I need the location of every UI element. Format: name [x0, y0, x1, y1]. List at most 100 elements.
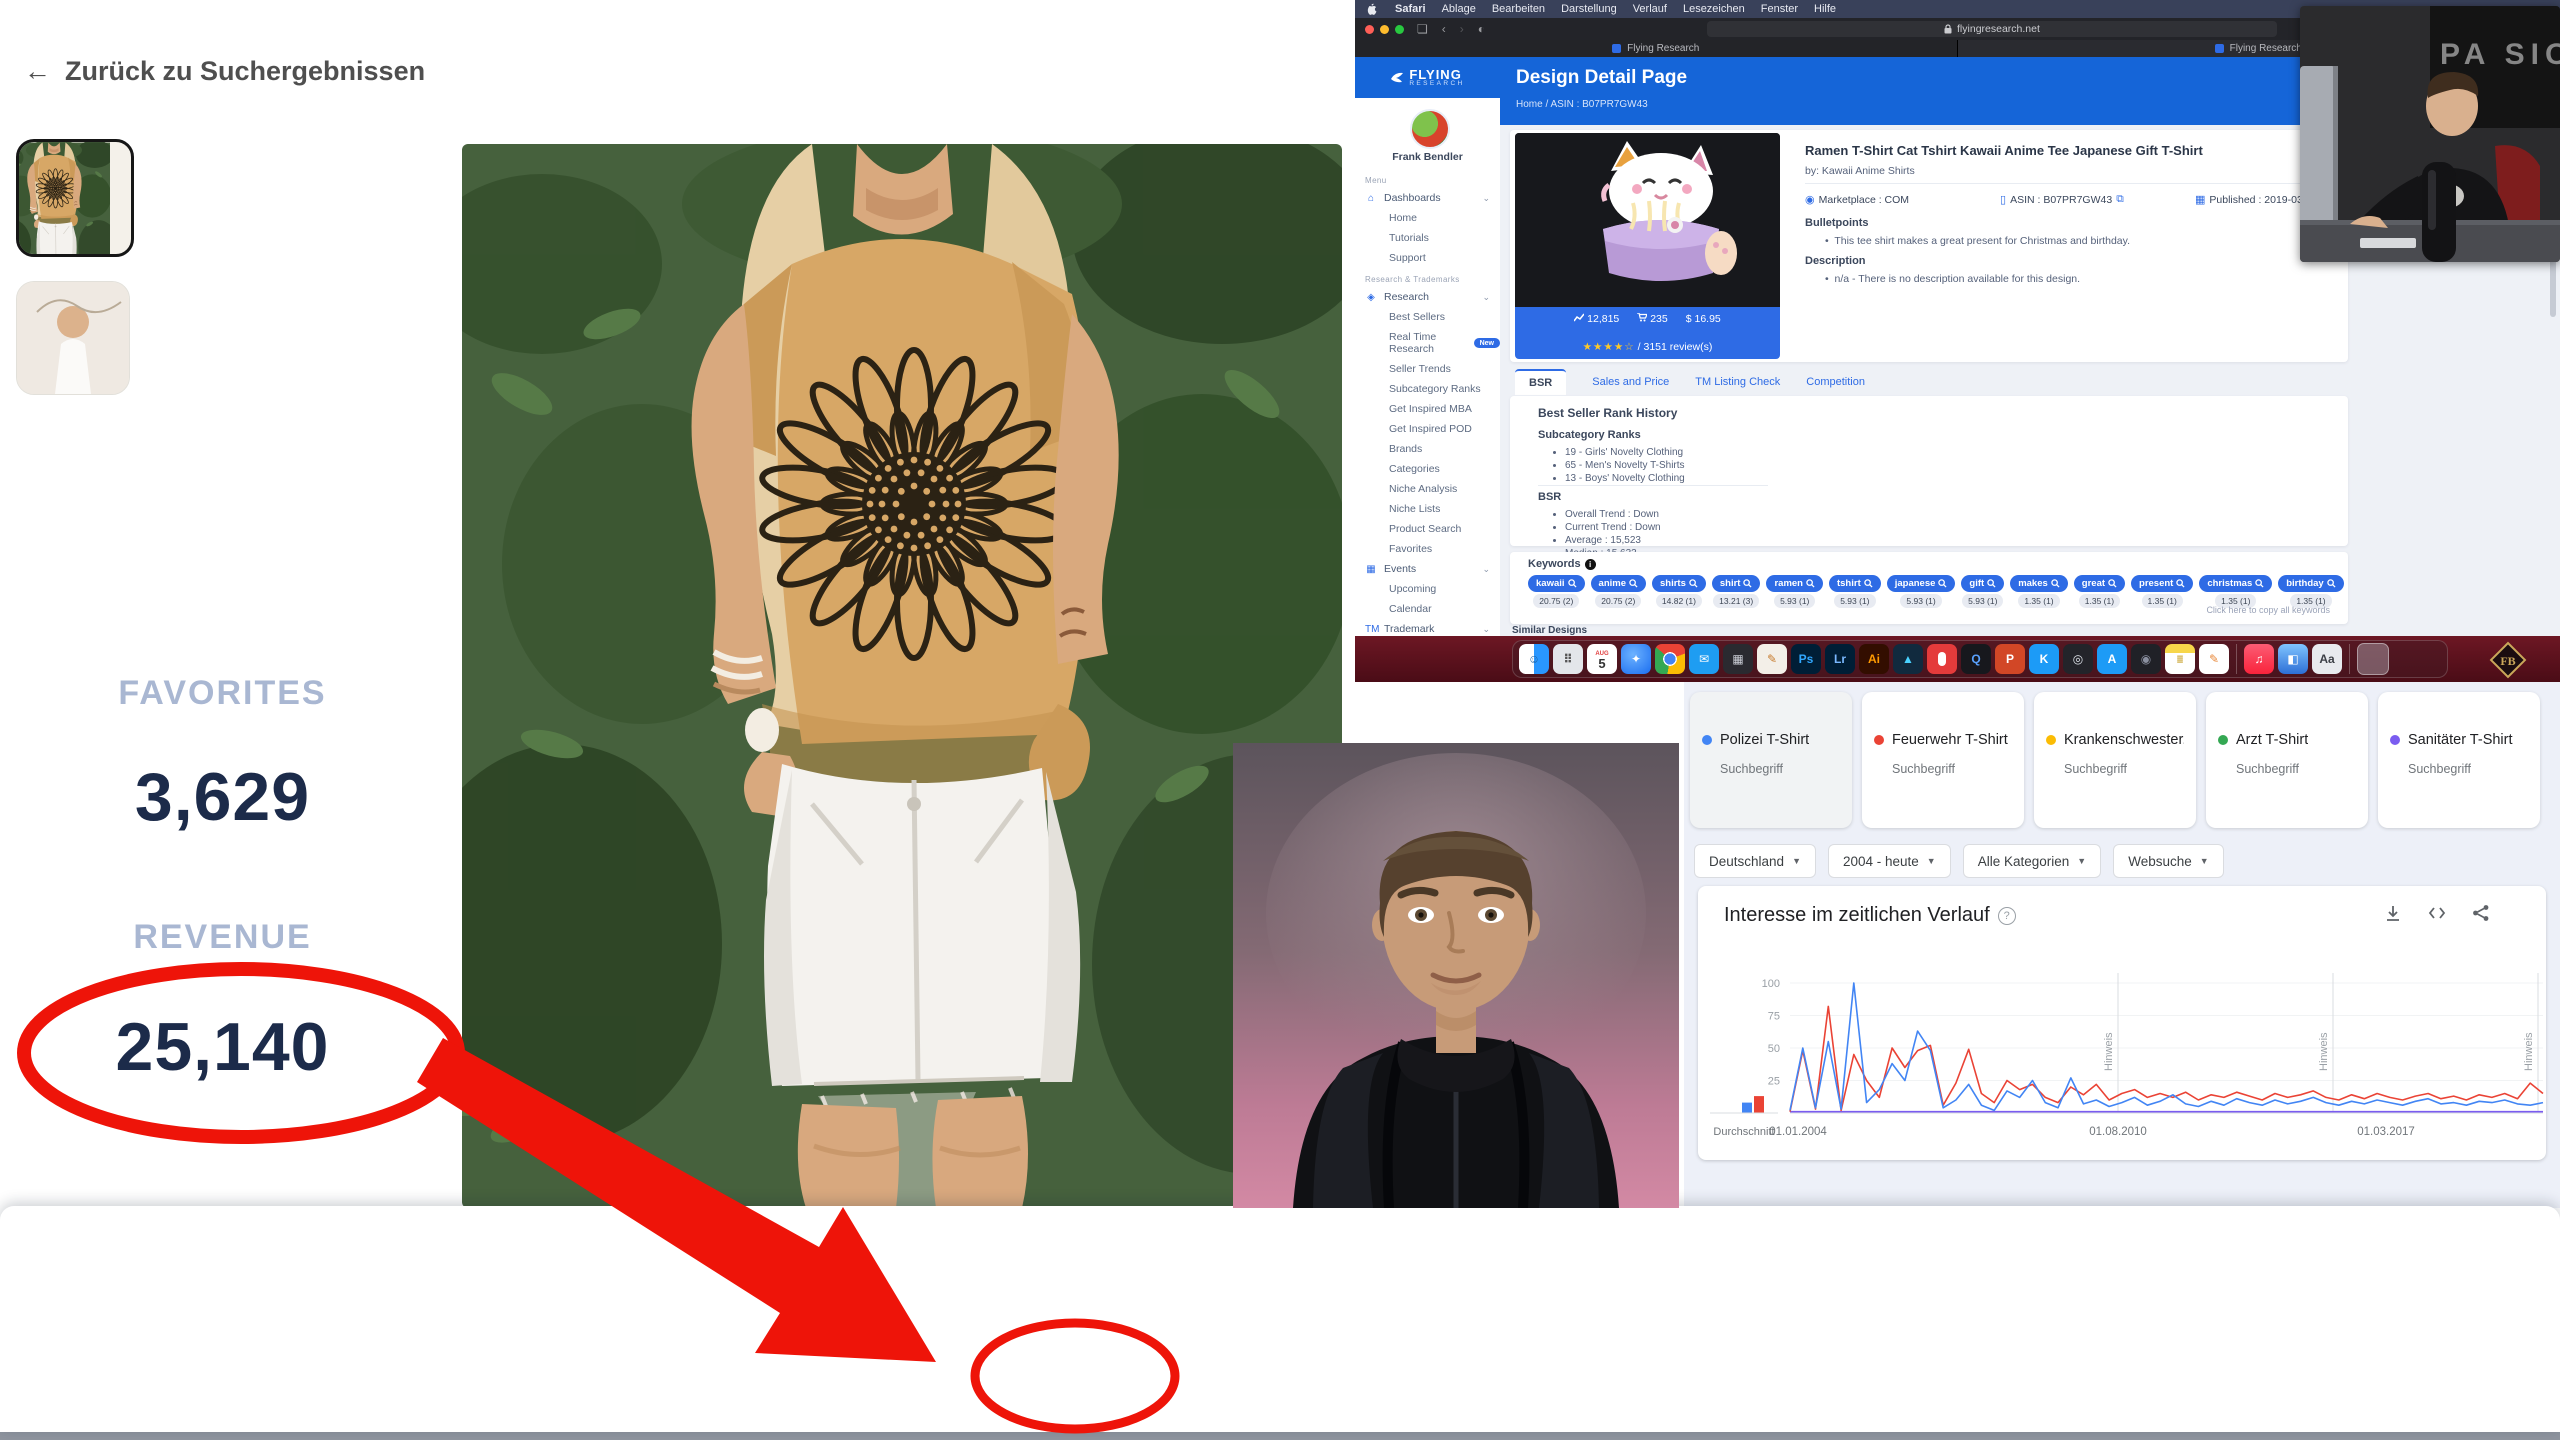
obs-icon[interactable]: ◎	[2063, 644, 2093, 674]
svg-text:25: 25	[1768, 1076, 1780, 1088]
sidebar-item-support[interactable]: Support	[1355, 248, 1500, 268]
sidebar-item-seller-trends[interactable]: Seller Trends	[1355, 359, 1500, 379]
chevron-down-icon: ⌄	[1482, 193, 1490, 204]
keyword-pill-makes[interactable]: makes	[2010, 575, 2068, 592]
sidebar-item-events[interactable]: ▦Events⌄	[1355, 559, 1500, 579]
sidebar-item-get-inspired-pod[interactable]: Get Inspired POD	[1355, 419, 1500, 439]
launchpad-icon[interactable]: ⠿	[1553, 644, 1583, 674]
finder-icon[interactable]: ☺	[1519, 644, 1549, 674]
sidebar-item-best-sellers[interactable]: Best Sellers	[1355, 307, 1500, 327]
sidebar-item-research[interactable]: ◈Research⌄	[1355, 287, 1500, 307]
music-icon[interactable]: ♫	[2244, 644, 2274, 674]
menu-item-safari[interactable]: Safari	[1395, 3, 1426, 15]
keynote-icon[interactable]: K	[2029, 644, 2059, 674]
tab-sales-and-price[interactable]: Sales and Price	[1592, 376, 1669, 388]
sidebar-item-tutorials[interactable]: Tutorials	[1355, 228, 1500, 248]
lightroom-icon[interactable]: Lr	[1825, 644, 1855, 674]
sidebar-item-categories[interactable]: Categories	[1355, 459, 1500, 479]
keyword-pill-present[interactable]: present	[2131, 575, 2193, 592]
menu-item-lesezeichen[interactable]: Lesezeichen	[1683, 3, 1745, 15]
keyword-pill-birthday[interactable]: birthday	[2278, 575, 2343, 592]
compressor-icon[interactable]: ◉	[2131, 644, 2161, 674]
keyword-pill-anime[interactable]: anime	[1591, 575, 1646, 592]
trend-card-2[interactable]: Feuerwehr T-ShirtSuchbegriff	[1862, 692, 2024, 828]
sidebar-item-niche-lists[interactable]: Niche Lists	[1355, 499, 1500, 519]
sidebar-item-real-time-research[interactable]: Real Time ResearchNew	[1355, 327, 1500, 359]
menu-item-ablage[interactable]: Ablage	[1442, 3, 1476, 15]
sidebar-item-product-search[interactable]: Product Search	[1355, 519, 1500, 539]
sidebar-item-get-inspired-mba[interactable]: Get Inspired MBA	[1355, 399, 1500, 419]
keyword-pill-japanese[interactable]: japanese	[1887, 575, 1956, 592]
illustrator-icon[interactable]: Ai	[1859, 644, 1889, 674]
notes-icon[interactable]: ≣	[2165, 644, 2195, 674]
trend-card-5[interactable]: Sanitäter T-ShirtSuchbegriff	[2378, 692, 2540, 828]
keyword-pill-gift[interactable]: gift	[1961, 575, 2004, 592]
minimize-window-button[interactable]	[1380, 25, 1389, 34]
sidebar-item-dashboards[interactable]: ⌂Dashboards⌄	[1355, 188, 1500, 208]
trend-card-1[interactable]: Polizei T-ShirtSuchbegriff	[1690, 692, 1852, 828]
desktop-picture-icon[interactable]: ◧	[2278, 644, 2308, 674]
microphone-icon[interactable]	[1927, 644, 1957, 674]
close-window-button[interactable]	[1365, 25, 1374, 34]
keyword-pill-great[interactable]: great	[2074, 575, 2125, 592]
filter-deutschland[interactable]: Deutschland▼	[1694, 844, 1816, 878]
powerpoint-icon[interactable]: P	[1995, 644, 2025, 674]
filter-websuche[interactable]: Websuche▼	[2113, 844, 2223, 878]
keyword-pill-kawaii[interactable]: kawaii	[1528, 575, 1585, 592]
info-icon[interactable]: i	[1585, 559, 1596, 570]
sidebar-item-niche-analysis[interactable]: Niche Analysis	[1355, 479, 1500, 499]
trend-card-4[interactable]: Arzt T-ShirtSuchbegriff	[2206, 692, 2368, 828]
detail-tabs: BSR Sales and Price TM Listing Check Compet…	[1515, 369, 1865, 395]
chrome-icon[interactable]	[1655, 644, 1685, 674]
menu-item-verlauf[interactable]: Verlauf	[1633, 3, 1667, 15]
sidebar-toggle-icon[interactable]: ❏	[1417, 22, 1428, 36]
privacy-shield-icon[interactable]: ◐	[1478, 22, 1485, 36]
sidebar-item-upcoming[interactable]: Upcoming	[1355, 579, 1500, 599]
safari-icon[interactable]: ✦	[1621, 644, 1651, 674]
keyword-pill-shirts[interactable]: shirts	[1652, 575, 1706, 592]
finalcut-icon[interactable]: ▦	[1723, 644, 1753, 674]
back-to-results-link[interactable]: ←Zurück zu Suchergebnissen	[24, 56, 425, 87]
keyword-pill-ramen[interactable]: ramen	[1766, 575, 1823, 592]
affinity-icon[interactable]: ▲	[1893, 644, 1923, 674]
tab-bsr[interactable]: BSR	[1515, 369, 1566, 395]
fontbook-icon[interactable]: Aa	[2312, 644, 2342, 674]
copy-asin-icon[interactable]: ⧉	[2116, 193, 2124, 206]
zoom-window-button[interactable]	[1395, 25, 1404, 34]
back-nav-icon[interactable]: ‹	[1442, 22, 1446, 36]
photoshop-icon[interactable]: Ps	[1791, 644, 1821, 674]
tab-tm-listing-check[interactable]: TM Listing Check	[1695, 376, 1780, 388]
keyword-pill-shirt[interactable]: shirt	[1712, 575, 1761, 592]
menu-item-hilfe[interactable]: Hilfe	[1814, 3, 1836, 15]
tab-competition[interactable]: Competition	[1806, 376, 1865, 388]
browser-tab-1[interactable]: Flying Research	[1355, 40, 1958, 57]
menu-item-darstellung[interactable]: Darstellung	[1561, 3, 1617, 15]
keyword-pill-christmas[interactable]: christmas	[2199, 575, 2272, 592]
mac-dock: ☺⠿AUG5✦✉▦✎PsLrAi▲QPK◎A◉≣✎♫◧Aa	[1512, 640, 2448, 678]
menu-item-fenster[interactable]: Fenster	[1761, 3, 1798, 15]
photo-editor-icon[interactable]: ✎	[1757, 644, 1787, 674]
product-thumbnail-selected[interactable]	[16, 139, 134, 257]
trash-icon[interactable]	[2357, 643, 2389, 675]
sidebar-item-trademark[interactable]: TMTrademark⌄	[1355, 619, 1500, 636]
keyword-pill-tshirt[interactable]: tshirt	[1829, 575, 1881, 592]
quicktime-icon[interactable]: Q	[1961, 644, 1991, 674]
forward-nav-icon[interactable]: ›	[1460, 22, 1464, 36]
product-thumbnail-2[interactable]	[16, 281, 130, 395]
calendar-icon[interactable]: AUG5	[1587, 644, 1617, 674]
sidebar-item-subcategory-ranks[interactable]: Subcategory Ranks	[1355, 379, 1500, 399]
sidebar-item-brands[interactable]: Brands	[1355, 439, 1500, 459]
keyword-kawaii: kawaii20.75 (2)	[1528, 575, 1585, 608]
menu-item-bearbeiten[interactable]: Bearbeiten	[1492, 3, 1545, 15]
pages-icon[interactable]: ✎	[2199, 644, 2229, 674]
appstore-icon[interactable]: A	[2097, 644, 2127, 674]
filter-alle-kategorien[interactable]: Alle Kategorien▼	[1963, 844, 2101, 878]
sidebar-item-favorites[interactable]: Favorites	[1355, 539, 1500, 559]
sidebar-item-home[interactable]: Home	[1355, 208, 1500, 228]
mail-icon[interactable]: ✉	[1689, 644, 1719, 674]
avatar[interactable]	[1410, 109, 1450, 149]
address-bar[interactable]: flyingresearch.net	[1707, 21, 2277, 37]
copy-keywords-link[interactable]: Click here to copy all keywords	[1355, 605, 2330, 615]
filter-2004-heute[interactable]: 2004 - heute▼	[1828, 844, 1951, 878]
trend-card-3[interactable]: Krankenschwester...Suchbegriff	[2034, 692, 2196, 828]
